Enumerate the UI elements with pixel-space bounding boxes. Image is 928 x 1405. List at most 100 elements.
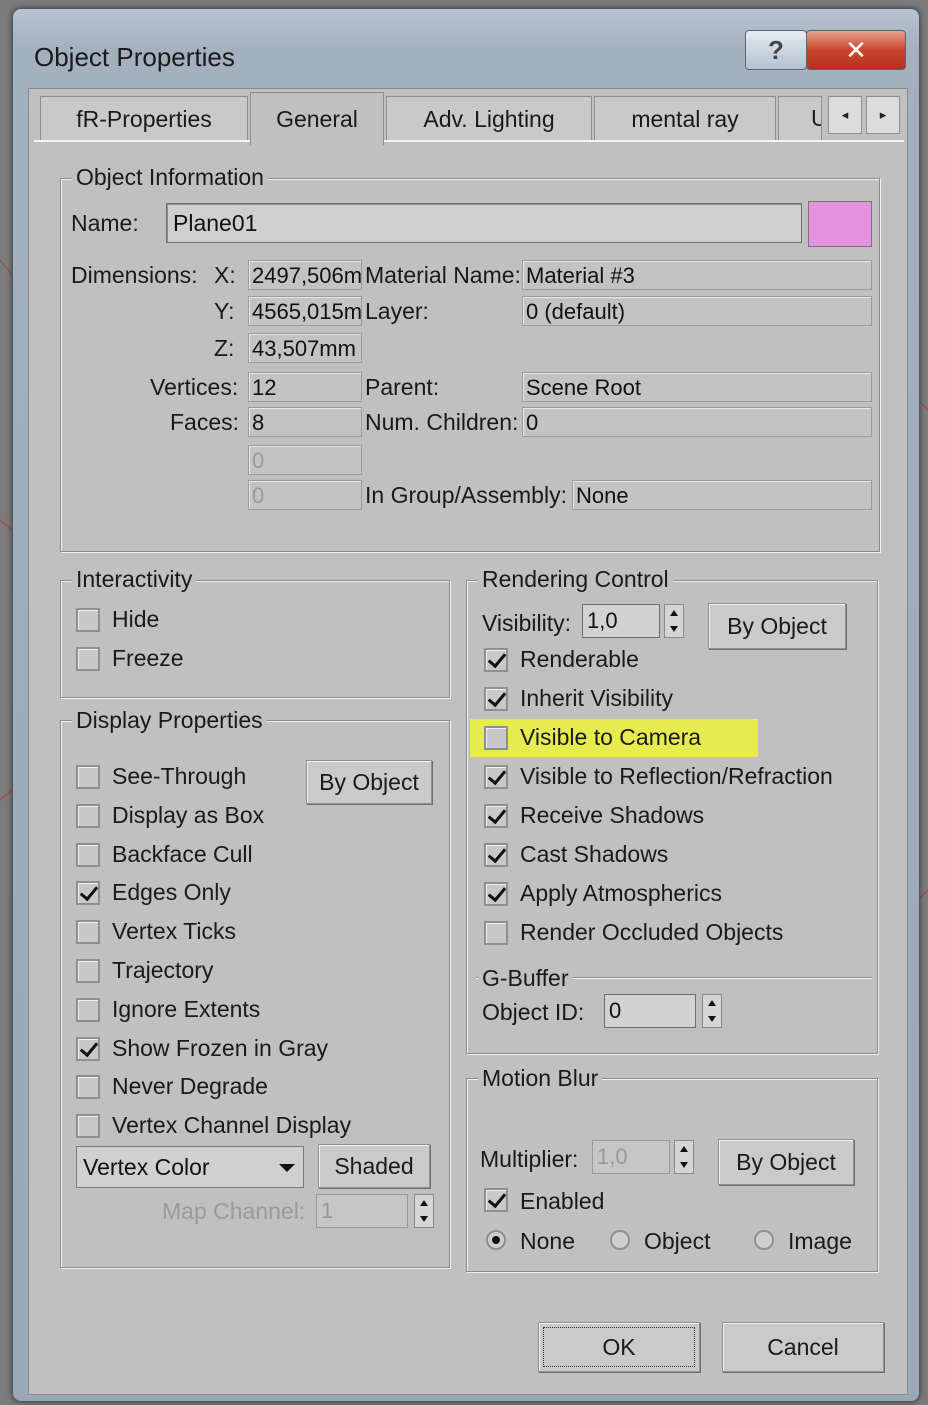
multiplier-input[interactable]: 1,0 — [592, 1140, 670, 1174]
object-id-input[interactable]: 0 — [604, 994, 696, 1028]
y-label: Y: — [214, 298, 235, 324]
enabled-checkbox[interactable] — [484, 1188, 508, 1212]
rendering-checkbox-label-3: Visible to Reflection/Refraction — [520, 763, 833, 789]
material-name-value: Material #3 — [522, 260, 872, 290]
in-group-label: In Group/Assembly: — [365, 482, 567, 508]
tab-user-defined[interactable]: U — [778, 96, 822, 140]
object-id-spinner-icon[interactable] — [702, 994, 722, 1028]
dimensions-label: Dimensions: — [71, 262, 198, 288]
display-checkbox-label-2: Backface Cull — [112, 840, 253, 867]
vertices-label: Vertices: — [150, 374, 239, 400]
rendering-checkbox-label-4: Receive Shadows — [520, 802, 705, 828]
rendering-checkbox-0[interactable] — [484, 648, 508, 672]
ok-button[interactable]: OK — [538, 1322, 700, 1372]
rendering-checkbox-1[interactable] — [484, 687, 508, 711]
display-checkbox-3[interactable] — [76, 881, 100, 906]
map-channel-label: Map Channel: — [162, 1198, 306, 1224]
display-checkbox-8[interactable] — [76, 1075, 100, 1100]
vertex-color-dropdown[interactable]: Vertex Color — [76, 1146, 304, 1188]
vertex-color-dropdown-value: Vertex Color — [83, 1154, 210, 1180]
radio-none-label: None — [520, 1228, 575, 1254]
radio-object-label: Object — [644, 1228, 711, 1254]
map-channel-spinner-icon[interactable] — [414, 1194, 434, 1228]
parent-value: Scene Root — [522, 372, 872, 402]
interactivity-checkbox-label-0: Hide — [112, 606, 160, 632]
display-checkbox-0[interactable] — [76, 765, 100, 789]
rendering-checkbox-7[interactable] — [484, 921, 508, 945]
rendering-checkbox-label-7: Render Occluded Objects — [520, 919, 784, 945]
display-checkbox-label-0: See-Through — [112, 763, 247, 789]
num-children-value: 0 — [522, 407, 872, 437]
interactivity-checkbox-label-1: Freeze — [112, 645, 184, 671]
in-group-value: None — [572, 480, 872, 510]
display-checkbox-label-3: Edges Only — [112, 879, 231, 906]
rendering-checkbox-3[interactable] — [484, 765, 508, 789]
extra-count-value-2: 0 — [248, 480, 362, 510]
visibility-label: Visibility: — [482, 610, 572, 636]
display-checkbox-label-6: Ignore Extents — [112, 995, 261, 1022]
name-label: Name: — [71, 210, 139, 236]
window-title: Object Properties — [34, 42, 235, 72]
tab-divider — [34, 140, 904, 142]
tab-scroll-left-icon[interactable]: ◂ — [828, 96, 862, 134]
interactivity-checkbox-0[interactable] — [76, 608, 100, 632]
interactivity-group — [60, 580, 450, 698]
dimension-y-value: 4565,015mm — [248, 296, 362, 326]
motion-blur-by-object-button[interactable]: By Object — [718, 1139, 854, 1185]
tab-scroll-right-icon[interactable]: ▸ — [866, 96, 900, 134]
rendering-checkbox-label-1: Inherit Visibility — [520, 685, 673, 711]
display-checkbox-5[interactable] — [76, 959, 100, 983]
help-button[interactable]: ? — [745, 30, 807, 70]
radio-none[interactable] — [486, 1230, 506, 1250]
visibility-spinner-icon[interactable] — [664, 604, 684, 638]
rendering-checkbox-label-5: Cast Shadows — [520, 841, 669, 867]
rendering-checkbox-4[interactable] — [484, 804, 508, 828]
display-checkbox-label-5: Trajectory — [112, 957, 214, 983]
rendering-control-legend: Rendering Control — [478, 566, 673, 593]
display-checkbox-9[interactable] — [76, 1114, 100, 1139]
rendering-checkbox-label-0: Renderable — [520, 646, 639, 672]
display-checkbox-2[interactable] — [76, 842, 100, 867]
display-checkbox-6[interactable] — [76, 997, 100, 1022]
close-button[interactable]: ✕ — [806, 30, 906, 70]
display-properties-legend: Display Properties — [72, 707, 267, 734]
radio-object[interactable] — [610, 1230, 630, 1250]
faces-value: 8 — [248, 407, 362, 437]
rendering-by-object-button[interactable]: By Object — [708, 603, 846, 649]
shaded-button[interactable]: Shaded — [318, 1144, 430, 1188]
tab-general[interactable]: General — [250, 92, 384, 145]
chevron-down-icon — [279, 1164, 295, 1172]
display-checkbox-4[interactable] — [76, 920, 100, 945]
display-checkbox-1[interactable] — [76, 803, 100, 828]
display-by-object-button[interactable]: By Object — [306, 760, 432, 804]
visibility-input[interactable]: 1,0 — [582, 604, 660, 638]
rendering-checkbox-5[interactable] — [484, 843, 508, 867]
display-checkbox-label-9: Vertex Channel Display — [112, 1112, 352, 1139]
layer-value: 0 (default) — [522, 296, 872, 326]
map-channel-input[interactable]: 1 — [316, 1194, 408, 1228]
enabled-label: Enabled — [520, 1188, 605, 1214]
tab-fr-properties[interactable]: fR-Properties — [40, 96, 248, 141]
tab-adv-lighting[interactable]: Adv. Lighting — [386, 96, 592, 141]
z-label: Z: — [214, 335, 235, 361]
display-checkbox-label-1: Display as Box — [112, 801, 265, 828]
rendering-checkbox-label-6: Apply Atmospherics — [520, 880, 722, 906]
radio-image[interactable] — [754, 1230, 774, 1250]
tab-mental-ray[interactable]: mental ray — [594, 96, 776, 141]
rendering-checkbox-6[interactable] — [484, 882, 508, 906]
cancel-button[interactable]: Cancel — [722, 1322, 884, 1372]
name-input[interactable]: Plane01 — [166, 203, 802, 243]
object-id-label: Object ID: — [482, 999, 585, 1025]
display-checkbox-7[interactable] — [76, 1036, 100, 1061]
object-information-legend: Object Information — [72, 164, 268, 191]
display-checkbox-label-4: Vertex Ticks — [112, 918, 236, 945]
rendering-checkbox-label-2: Visible to Camera — [520, 724, 702, 750]
parent-label: Parent: — [365, 374, 440, 400]
interactivity-checkbox-1[interactable] — [76, 647, 100, 671]
multiplier-spinner-icon[interactable] — [674, 1140, 694, 1174]
rendering-checkbox-2[interactable] — [484, 726, 508, 750]
x-label: X: — [214, 262, 236, 288]
object-color-swatch[interactable] — [808, 201, 872, 247]
multiplier-label: Multiplier: — [480, 1146, 579, 1172]
dimension-z-value: 43,507mm — [248, 333, 362, 363]
